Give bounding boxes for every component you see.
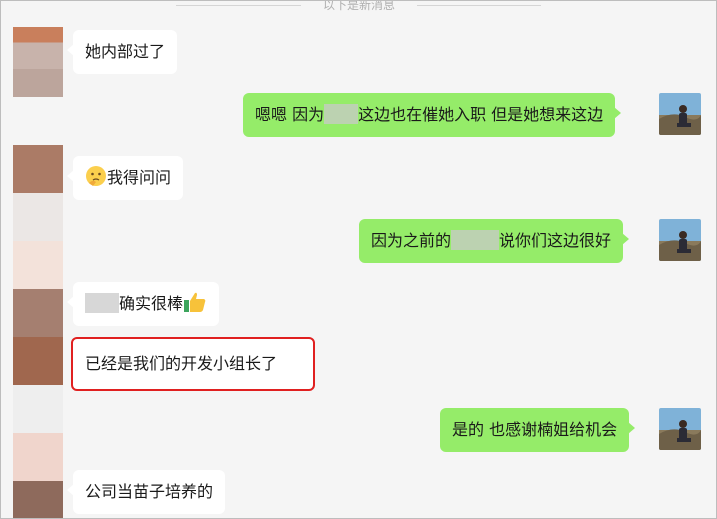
avatar[interactable] bbox=[13, 193, 63, 241]
redacted-text bbox=[324, 104, 359, 124]
avatar[interactable] bbox=[13, 241, 63, 289]
avatar[interactable] bbox=[13, 289, 63, 337]
avatar[interactable] bbox=[13, 433, 63, 481]
message-bubble-received[interactable]: 公司当苗子培养的 bbox=[66, 470, 226, 514]
avatar-photo bbox=[659, 408, 701, 450]
redacted-text bbox=[85, 293, 119, 313]
message-text: 这边也在催她入职 但是她想来这边 bbox=[358, 105, 604, 124]
avatar[interactable] bbox=[659, 93, 701, 135]
message-bubble-received[interactable]: 她内部过了 bbox=[66, 30, 178, 74]
avatar[interactable] bbox=[13, 385, 63, 433]
message-text: 是的 也感谢楠姐给机会 bbox=[452, 420, 618, 439]
chat-window: 以下是新消息 她内部过了 嗯嗯 因为 这边也在催她入职 但是她想来这边 我得问问… bbox=[0, 0, 717, 519]
divider-line-left bbox=[176, 5, 301, 6]
redacted-text bbox=[451, 230, 500, 250]
message-text: 她内部过了 bbox=[85, 42, 166, 61]
message-bubble-highlighted[interactable]: 已经是我们的开发小组长了 bbox=[71, 337, 315, 391]
thumbs-up-icon bbox=[183, 286, 207, 330]
avatar[interactable] bbox=[13, 337, 63, 385]
message-text: 嗯嗯 因为 bbox=[255, 105, 325, 124]
avatar[interactable] bbox=[13, 27, 63, 97]
avatar[interactable] bbox=[13, 145, 63, 193]
message-bubble-received[interactable]: 我得问问 bbox=[66, 156, 184, 200]
message-bubble-sent[interactable]: 是的 也感谢楠姐给机会 bbox=[440, 408, 636, 452]
avatar-photo bbox=[659, 93, 701, 135]
new-messages-divider: 以下是新消息 bbox=[322, 0, 395, 12]
message-text: 因为之前的 bbox=[371, 231, 452, 250]
avatar[interactable] bbox=[13, 481, 63, 518]
thinking-face-icon bbox=[85, 160, 107, 204]
avatar[interactable] bbox=[659, 219, 701, 261]
message-text: 我得问问 bbox=[107, 168, 172, 187]
avatar-photo bbox=[659, 219, 701, 261]
divider-line-right bbox=[417, 5, 541, 6]
message-bubble-sent[interactable]: 嗯嗯 因为 这边也在催她入职 但是她想来这边 bbox=[243, 93, 622, 137]
message-text: 公司当苗子培养的 bbox=[85, 482, 214, 501]
message-text: 已经是我们的开发小组长了 bbox=[85, 354, 278, 373]
message-text: 说你们这边很好 bbox=[499, 231, 612, 250]
message-bubble-received[interactable]: 确实很棒 bbox=[66, 282, 220, 326]
message-bubble-sent[interactable]: 因为之前的 说你们这边很好 bbox=[359, 219, 630, 263]
message-text: 确实很棒 bbox=[119, 294, 184, 313]
avatar[interactable] bbox=[659, 408, 701, 450]
